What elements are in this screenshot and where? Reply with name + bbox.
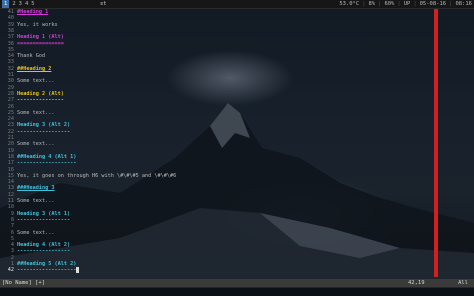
line-text: Yes, it works [17,21,58,28]
line-text: Some text... [17,141,55,148]
buffer-name: [No Name] [+] [2,280,46,286]
line-text: ----------------- [17,248,71,255]
indicator-separator: | [413,1,417,7]
line-number: 42 [7,267,14,274]
line-text: Heading 3 (Alt 2) [17,122,71,129]
line-text: Heading 1 (Alt) [17,34,64,41]
line-text: ------------------- [17,160,77,167]
cursor-position: 42,19 [408,280,425,286]
editor-line: 42 ------------------- [0,267,80,274]
indicator-separator: | [397,1,401,7]
indicator-item: 60% [384,1,395,7]
workspace-2[interactable]: 2 [12,0,15,8]
indicator-item: 53.0°C [339,1,360,7]
system-indicators: 53.0°C | 8% | 60% | UP | 05-08-16 | 08:16 [336,0,472,8]
indicator-separator: | [362,1,366,7]
scroll-indicator: All [458,280,468,286]
workspace-3[interactable]: 3 [19,0,22,8]
indicator-item: 05-08-16 [419,1,447,7]
line-text: ###Heading 3 [17,185,55,192]
indicator-item: UP [403,1,411,7]
line-text: Heading 2 (Alt) [17,90,64,97]
line-text: --------------- [17,97,64,104]
line-text: =============== [17,40,64,47]
line-text: Yes, it goes on through H6 with \#\#\#5 … [17,172,177,179]
vim-statusline: [No Name] [+] 42,19 All [0,279,474,287]
indicator-separator: | [449,1,453,7]
workspace-4[interactable]: 4 [25,0,28,8]
line-text: Thank God [17,53,46,60]
line-text: ##Heading 2 [17,65,52,72]
window-title: st [100,1,107,7]
vim-editor-buffer[interactable]: 41 #Heading 1 40 39 Yes, it works 38 37 Heading… [0,9,474,277]
line-text: #Heading 1 [17,9,49,15]
line-text: ##Heading 5 (Alt 2) [17,261,77,267]
workspace-list: 12345 [2,0,38,8]
workspace-5[interactable]: 5 [31,0,34,8]
line-text: ----------------- [17,128,71,135]
indicator-item: 08:16 [455,1,472,7]
workspace-1[interactable]: 1 [2,0,10,8]
editor-line: 15 Yes, it goes on through H6 with \#\#\#… [0,172,177,180]
line-text: ----------------- [17,216,71,223]
line-text: Some text... [17,78,55,85]
line-text: Some text... [17,198,55,204]
line-text: Heading 4 (Alt 2) [17,242,71,249]
color-column [434,9,438,277]
line-text: Some text... [17,229,55,236]
command-line[interactable] [0,288,474,296]
line-text: ##Heading 4 (Alt 1) [17,153,77,160]
indicator-separator: | [378,1,382,7]
indicator-item: 8% [368,1,376,7]
line-text: Heading 3 (Alt 1) [17,210,71,217]
line-text: Some text... [17,109,55,116]
top-status-bar: 12345 st 53.0°C | 8% | 60% | UP | 05-08-16 | 08:16 [0,0,474,9]
text-cursor [76,267,80,274]
line-text: ------------------- [17,267,77,274]
